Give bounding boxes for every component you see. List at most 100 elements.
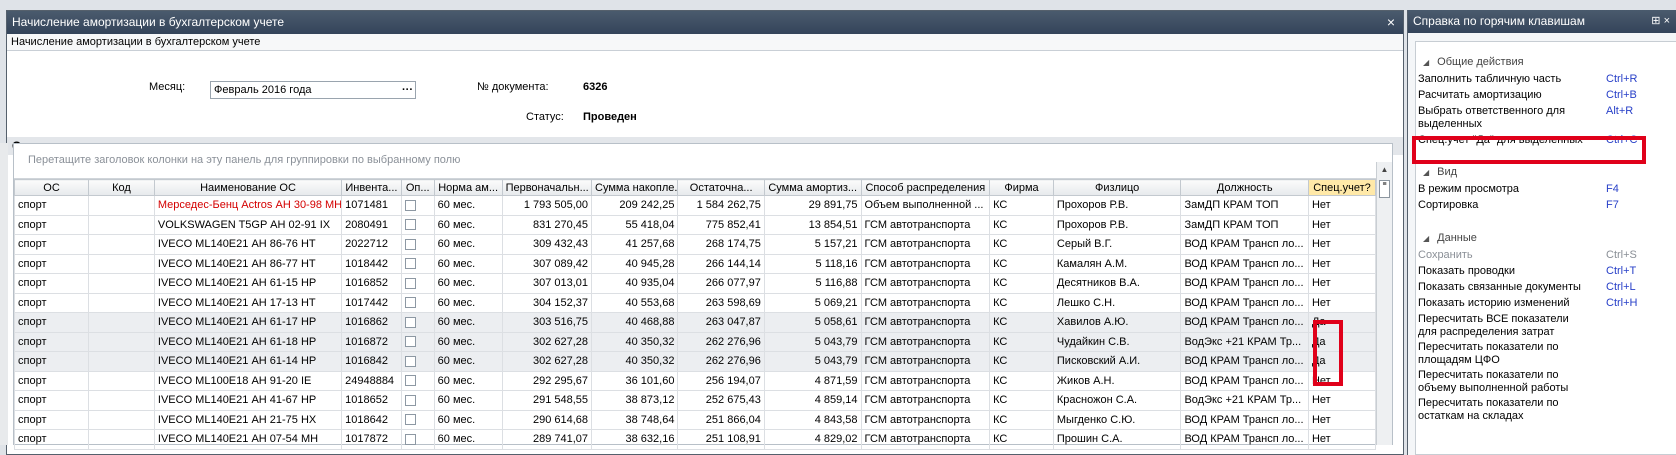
table-cell[interactable]: 60 мес. — [433, 234, 503, 255]
table-cell[interactable] — [400, 195, 435, 216]
table-cell[interactable]: 304 152,37 — [501, 292, 593, 313]
table-cell[interactable] — [88, 351, 155, 372]
table-cell[interactable]: 5 043,79 — [763, 331, 862, 352]
table-cell[interactable]: Мерседес-Бенц Actros АН 30-98 МН — [153, 195, 343, 216]
table-cell[interactable]: 5 118,16 — [763, 253, 862, 274]
table-cell[interactable]: ГСМ автотранспорта — [860, 390, 991, 411]
table-row[interactable]: спорт IVECO ML140E21 АН 61-14 НР 1016842 60… — [13, 351, 1377, 372]
table-cell[interactable]: 266 077,97 — [677, 273, 765, 294]
table-cell[interactable] — [400, 409, 435, 430]
table-cell[interactable]: ГСМ автотранспорта — [860, 234, 991, 255]
table-cell[interactable] — [88, 409, 155, 430]
checkbox[interactable] — [404, 355, 416, 367]
column-header[interactable]: Фирма — [989, 179, 1054, 196]
table-cell[interactable]: 60 мес. — [433, 253, 503, 274]
table-cell[interactable] — [88, 390, 155, 411]
table-cell[interactable]: Нет — [1307, 214, 1377, 235]
table-cell[interactable]: 40 553,68 — [591, 292, 679, 313]
table-cell[interactable]: КС — [989, 409, 1054, 430]
table-cell[interactable]: ВОД КРАМ Трансп ло... — [1180, 312, 1309, 333]
table-cell[interactable]: IVECO ML140E21 АН 86-76 НТ — [153, 234, 343, 255]
table-cell[interactable]: 41 257,68 — [591, 234, 679, 255]
table-cell[interactable]: ГСМ автотранспорта — [860, 429, 991, 450]
hotkey-action[interactable]: Сохранить — [1418, 249, 1583, 262]
column-header[interactable]: Остаточна... — [677, 179, 765, 196]
table-cell[interactable]: КС — [989, 273, 1054, 294]
hotkey-action[interactable]: Сортировка — [1418, 199, 1583, 212]
help-group-title[interactable]: ◢ Общие действия — [1423, 56, 1524, 68]
table-cell[interactable]: 40 945,28 — [591, 253, 679, 274]
table-cell[interactable]: Объем выполненной ... — [860, 195, 991, 216]
table-cell[interactable]: 38 632,16 — [591, 429, 679, 450]
table-cell[interactable]: 303 516,75 — [501, 312, 593, 333]
column-header[interactable]: Наименование ОС — [153, 179, 343, 196]
column-header[interactable]: Должность — [1180, 179, 1309, 196]
hotkey-action[interactable]: Показать историю изменений — [1418, 297, 1583, 310]
collapse-icon[interactable]: ◢ — [1423, 58, 1429, 67]
table-cell[interactable]: Писковский А.И. — [1052, 351, 1182, 372]
table-cell[interactable]: ВОД КРАМ Трансп ло... — [1180, 409, 1309, 430]
table-cell[interactable] — [400, 331, 435, 352]
table-cell[interactable] — [400, 351, 435, 372]
table-cell[interactable] — [400, 234, 435, 255]
table-row[interactable]: спорт IVECO ML140E21 АН 86-76 НТ 2022712 60… — [13, 234, 1377, 255]
checkbox[interactable] — [404, 277, 416, 289]
table-cell[interactable]: ВОД КРАМ Трансп ло... — [1180, 370, 1309, 391]
hotkey-action[interactable]: Заполнить табличную часть — [1418, 73, 1583, 86]
table-cell[interactable]: ВодЭкс +21 КРАМ Тр... — [1180, 390, 1309, 411]
table-cell[interactable]: ВодЭкс +21 КРАМ Тр... — [1180, 331, 1309, 352]
table-cell[interactable]: ВОД КРАМ Трансп ло... — [1180, 429, 1309, 450]
table-cell[interactable]: 263 047,87 — [677, 312, 765, 333]
table-cell[interactable] — [400, 370, 435, 391]
table-cell[interactable]: 24948884 — [341, 370, 402, 391]
table-cell[interactable]: КС — [989, 234, 1054, 255]
column-header[interactable]: Сумма накопле... — [591, 179, 679, 196]
column-header[interactable]: Сумма амортиз... — [763, 179, 862, 196]
table-row[interactable]: спорт IVECO ML140E21 АН 07-54 МН 1017872 60… — [13, 429, 1377, 450]
table-cell[interactable] — [400, 253, 435, 274]
collapse-icon[interactable]: ◢ — [1423, 168, 1429, 177]
table-cell[interactable]: IVECO ML140E21 АН 41-67 НР — [153, 390, 343, 411]
table-cell[interactable]: 1071481 — [341, 195, 402, 216]
table-cell[interactable]: 5 116,88 — [763, 273, 862, 294]
table-cell[interactable]: 262 276,96 — [677, 331, 765, 352]
table-cell[interactable]: 60 мес. — [433, 195, 503, 216]
table-cell[interactable] — [88, 195, 155, 216]
table-cell[interactable]: ЗамДП КРАМ ТОП — [1180, 195, 1309, 216]
table-cell[interactable]: 1018652 — [341, 390, 402, 411]
table-cell[interactable]: 252 675,43 — [677, 390, 765, 411]
collapse-icon[interactable]: ◢ — [1423, 234, 1429, 243]
table-cell[interactable]: Нет — [1307, 273, 1377, 294]
hotkey-action[interactable]: Расчитать амортизацию — [1418, 89, 1583, 102]
table-cell[interactable]: спорт — [13, 351, 90, 372]
table-cell[interactable]: 256 194,07 — [677, 370, 765, 391]
table-cell[interactable]: 266 144,14 — [677, 253, 765, 274]
table-cell[interactable]: 1016872 — [341, 331, 402, 352]
table-cell[interactable]: КС — [989, 331, 1054, 352]
table-cell[interactable]: КС — [989, 195, 1054, 216]
table-row[interactable]: спорт IVECO ML140E21 АН 61-18 НР 1016872 60… — [13, 331, 1377, 352]
help-group-title[interactable]: ◢ Вид — [1423, 166, 1457, 178]
table-cell[interactable]: 1018442 — [341, 253, 402, 274]
table-cell[interactable]: спорт — [13, 214, 90, 235]
hotkey-action[interactable]: Пересчитать показатели по объему выполне… — [1418, 369, 1583, 395]
ellipsis-icon[interactable]: ··· — [402, 82, 413, 98]
table-cell[interactable] — [400, 292, 435, 313]
table-cell[interactable]: IVECO ML140E21 АН 07-54 МН — [153, 429, 343, 450]
table-cell[interactable]: спорт — [13, 312, 90, 333]
table-cell[interactable]: 60 мес. — [433, 409, 503, 430]
table-cell[interactable]: 289 741,07 — [501, 429, 593, 450]
hotkey-action[interactable]: Выбрать ответственного для выделенных — [1418, 105, 1583, 131]
table-cell[interactable]: Десятников В.А. — [1052, 273, 1182, 294]
table-cell[interactable]: Красножон С.А. — [1052, 390, 1182, 411]
table-cell[interactable]: ГСМ автотранспорта — [860, 253, 991, 274]
table-cell[interactable]: 40 935,04 — [591, 273, 679, 294]
table-cell[interactable]: Жиков А.Н. — [1052, 370, 1182, 391]
table-cell[interactable]: Нет — [1307, 429, 1377, 450]
table-cell[interactable]: ВОД КРАМ Трансп ло... — [1180, 351, 1309, 372]
table-row[interactable]: спорт IVECO ML100E18 АН 91-20 IE 24948884 6… — [13, 370, 1377, 391]
table-cell[interactable]: 4 859,14 — [763, 390, 862, 411]
table-cell[interactable]: Прошин С.А. — [1052, 429, 1182, 450]
table-cell[interactable]: спорт — [13, 390, 90, 411]
scroll-thumb[interactable]: ≡ — [1379, 180, 1390, 198]
